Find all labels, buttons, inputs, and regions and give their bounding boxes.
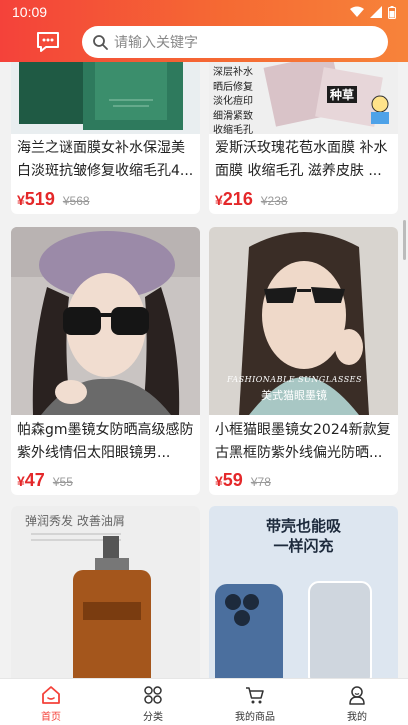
search-input[interactable]: 请输入关键字: [82, 26, 388, 58]
image-caption: 深层补水 晒后修复 淡化痘印 细滑紧致 收缩毛孔: [213, 67, 253, 134]
home-icon: [42, 686, 60, 704]
bottom-tab-bar: 首页 分类 我的商品 我的: [0, 678, 408, 725]
product-price: ¥519: [17, 189, 55, 209]
product-image: 带壳也能吸 一样闪充: [209, 506, 398, 678]
user-icon: [349, 686, 365, 705]
price-row: ¥59 ¥78: [215, 470, 271, 491]
app-header: 请输入关键字: [0, 24, 408, 62]
tab-home[interactable]: 首页: [0, 679, 102, 725]
tab-my-products[interactable]: 我的商品: [204, 679, 306, 725]
product-card[interactable]: 海兰之谜面膜女补水保湿美白淡斑抗皱修复收缩毛孔4... ¥519 ¥568: [11, 62, 200, 214]
battery-icon: [388, 5, 396, 19]
product-card[interactable]: FASHIONABLE SUNGLASSES 美式猫眼墨镜 小框猫眼墨镜女202…: [209, 227, 398, 495]
product-image: 弹润秀发 改善油屑: [11, 506, 200, 678]
product-card[interactable]: 弹润秀发 改善油屑: [11, 506, 200, 678]
message-button[interactable]: [35, 30, 61, 54]
grid-icon: [144, 686, 162, 704]
status-bar: 10:09: [0, 0, 408, 24]
status-time: 10:09: [12, 4, 48, 20]
product-card[interactable]: 帕森gm墨镜女防晒高级感防紫外线情侣太阳眼镜男... ¥47 ¥55: [11, 227, 200, 495]
product-feed[interactable]: 海兰之谜面膜女补水保湿美白淡斑抗皱修复收缩毛孔4... ¥519 ¥568 深层…: [0, 62, 408, 678]
product-title: 爱斯沃玫瑰花苞水面膜 补水面膜 收缩毛孔 滋养皮肤 ...: [215, 140, 388, 179]
tab-category[interactable]: 分类: [102, 679, 204, 725]
image-caption: 弹润秀发 改善油屑: [25, 514, 125, 528]
chat-icon: [37, 32, 59, 52]
signal-icon: [370, 6, 382, 18]
original-price: ¥238: [260, 194, 288, 208]
tab-label: 我的商品: [235, 712, 275, 723]
search-placeholder: 请输入关键字: [114, 35, 198, 51]
tab-label: 首页: [41, 712, 61, 723]
tab-label: 分类: [143, 712, 163, 723]
original-price: ¥78: [250, 475, 271, 489]
scrollbar[interactable]: [403, 220, 406, 260]
product-image: 深层补水 晒后修复 淡化痘印 细滑紧致 收缩毛孔 种草: [209, 62, 398, 134]
image-caption-cn: 美式猫眼墨镜: [261, 389, 327, 402]
product-image: [11, 62, 200, 134]
wifi-icon: [350, 6, 364, 17]
status-icons: [350, 5, 396, 19]
search-icon: [93, 35, 108, 50]
product-title: 小框猫眼墨镜女2024新款复古黑框防紫外线偏光防晒...: [215, 422, 391, 461]
price-row: ¥216 ¥238: [215, 189, 288, 210]
image-caption: 带壳也能吸 一样闪充: [265, 517, 341, 555]
original-price: ¥568: [62, 194, 90, 208]
product-card[interactable]: 深层补水 晒后修复 淡化痘印 细滑紧致 收缩毛孔 种草 爱斯沃玫瑰花苞水面膜 补…: [209, 62, 398, 214]
tab-mine[interactable]: 我的: [306, 679, 408, 725]
product-price: ¥59: [215, 470, 243, 490]
price-row: ¥47 ¥55: [17, 470, 73, 491]
product-image: [11, 227, 200, 415]
product-price: ¥216: [215, 189, 253, 209]
image-caption-en: FASHIONABLE SUNGLASSES: [227, 375, 363, 384]
product-title: 帕森gm墨镜女防晒高级感防紫外线情侣太阳眼镜男...: [17, 422, 194, 461]
cart-icon: [246, 687, 264, 704]
product-price: ¥47: [17, 470, 45, 490]
original-price: ¥55: [52, 475, 73, 489]
tab-label: 我的: [347, 712, 367, 723]
price-row: ¥519 ¥568: [17, 189, 90, 210]
product-card[interactable]: 带壳也能吸 一样闪充: [209, 506, 398, 678]
product-title: 海兰之谜面膜女补水保湿美白淡斑抗皱修复收缩毛孔4...: [17, 140, 194, 179]
product-image: FASHIONABLE SUNGLASSES 美式猫眼墨镜: [209, 227, 398, 415]
image-badge: 种草: [327, 86, 358, 103]
